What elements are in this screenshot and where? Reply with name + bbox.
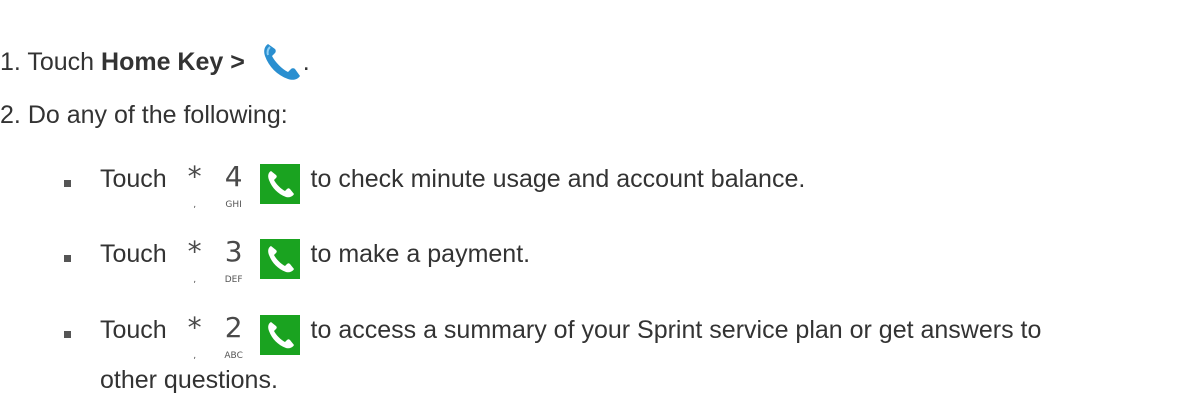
bullet-marker bbox=[64, 180, 71, 187]
key-main: * bbox=[187, 235, 202, 268]
call-button-icon bbox=[259, 239, 300, 279]
bullet-marker bbox=[64, 255, 71, 262]
key-sub: DEF bbox=[224, 275, 243, 285]
star-key-icon: * , bbox=[182, 235, 208, 286]
bullet-text: to make a payment. bbox=[310, 240, 531, 268]
key-sub: , bbox=[193, 200, 197, 210]
step-number: 2. bbox=[0, 101, 21, 129]
star-key-icon: * , bbox=[182, 160, 208, 211]
step-2: 2. Do any of the following: bbox=[0, 100, 288, 130]
three-key-icon: 3 DEF bbox=[221, 235, 247, 286]
key-sub: GHI bbox=[225, 200, 242, 210]
step-end: . bbox=[302, 48, 310, 76]
key-main: 4 bbox=[224, 160, 243, 193]
bullet-marker bbox=[64, 331, 71, 338]
bullet-text: to check minute usage and account balanc… bbox=[310, 165, 806, 193]
four-key-icon: 4 GHI bbox=[221, 160, 247, 211]
key-main: 2 bbox=[224, 311, 243, 344]
star-key-icon: * , bbox=[182, 311, 208, 362]
key-sub: , bbox=[193, 275, 197, 285]
key-main: * bbox=[187, 160, 202, 193]
bullet-text: to access a summary of your Sprint servi… bbox=[310, 316, 1042, 344]
bullet-touch-label: Touch bbox=[100, 240, 167, 268]
two-key-icon: 2 ABC bbox=[221, 311, 247, 362]
phone-icon bbox=[259, 40, 303, 84]
bullet-item: Touch * , 4 GHI to check minute usage an… bbox=[100, 160, 806, 211]
call-button-icon bbox=[259, 315, 300, 355]
bullet-touch-label: Touch bbox=[100, 165, 167, 193]
bullet-touch-label: Touch bbox=[100, 316, 167, 344]
bullet-item: Touch * , 2 ABC to access a summary of y… bbox=[100, 311, 1042, 362]
key-main: * bbox=[187, 311, 202, 344]
step-1: 1. Touch Home Key > . bbox=[0, 40, 310, 84]
bullet-item: Touch * , 3 DEF to make a payment. bbox=[100, 235, 531, 286]
home-key-label: Home Key > bbox=[101, 48, 252, 76]
step-number: 1. bbox=[0, 48, 21, 76]
key-main: 3 bbox=[224, 235, 243, 268]
step-text: Do any of the following: bbox=[27, 101, 288, 129]
bullet-text: other questions. bbox=[100, 366, 278, 394]
bullet-continuation: other questions. bbox=[100, 365, 278, 395]
call-button-icon bbox=[259, 164, 300, 204]
step-text: Touch bbox=[27, 48, 102, 76]
